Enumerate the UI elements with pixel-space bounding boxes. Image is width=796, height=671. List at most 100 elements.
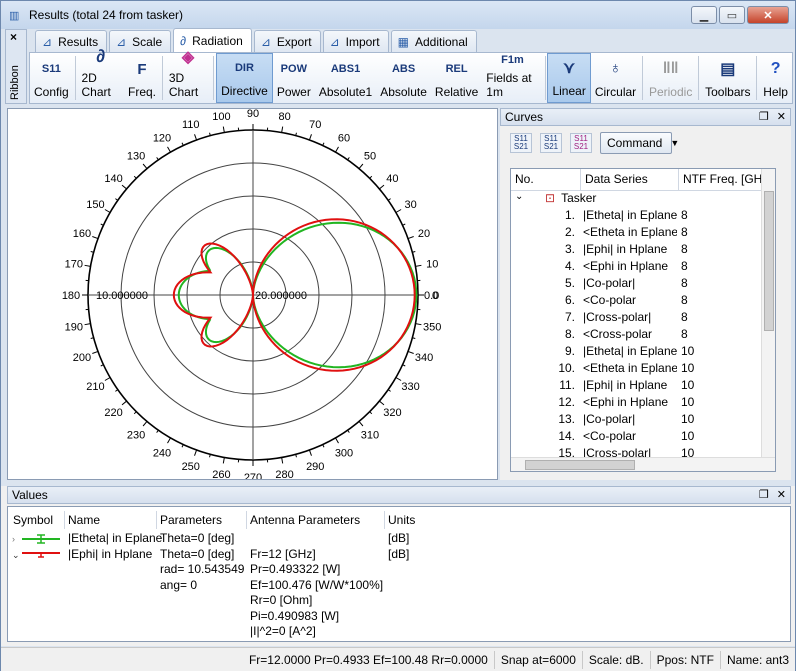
s11-s21-color-icon[interactable]: S11 S21 bbox=[570, 133, 592, 153]
tab-import[interactable]: ⊿ Import bbox=[322, 30, 389, 52]
curve-row[interactable]: 10. <Etheta in Eplane 10 bbox=[511, 361, 775, 378]
tab-additional[interactable]: ▦ Additional bbox=[390, 30, 477, 52]
curve-row[interactable]: 3. |Ephi| in Hplane 8 bbox=[511, 242, 775, 259]
curves-horizontal-scrollbar[interactable] bbox=[511, 457, 775, 471]
polar-tick bbox=[84, 323, 91, 326]
toolbars-button[interactable]: ▤ Toolbars bbox=[701, 53, 754, 103]
col-units: Units bbox=[388, 513, 416, 527]
circular-button[interactable]: ♁ Circular bbox=[591, 53, 640, 103]
periodic-button[interactable]: ‖‖ Periodic bbox=[645, 53, 696, 103]
angle-label: 220 bbox=[104, 407, 122, 419]
s11-s21-alt-icon[interactable]: S11 S21 bbox=[540, 133, 562, 153]
linear-button[interactable]: ⋎ Linear bbox=[547, 53, 591, 103]
absolute-button[interactable]: ABS Absolute bbox=[376, 53, 431, 103]
curve-series: |Etheta| in Eplane bbox=[583, 344, 677, 358]
circular-icon: ♁ bbox=[609, 60, 622, 77]
polar-tick bbox=[194, 134, 198, 141]
angle-label: 80 bbox=[278, 111, 290, 123]
title-bar: ▥ Results (total 24 from tasker) ▁ ▭ ✕ bbox=[1, 1, 795, 29]
panel-close-icon[interactable]: ✕ bbox=[777, 488, 786, 501]
panel-close-icon[interactable]: ✕ bbox=[777, 110, 786, 123]
polar-tick bbox=[402, 223, 406, 226]
freq-button[interactable]: F Freq. bbox=[124, 53, 160, 103]
results-window: ▥ Results (total 24 from tasker) ▁ ▭ ✕ ×… bbox=[0, 0, 796, 671]
polar-tick bbox=[379, 184, 385, 190]
center-scale-label: 20.000000 bbox=[255, 290, 307, 302]
polar-tick bbox=[84, 264, 91, 267]
col-parameters: Parameters bbox=[160, 513, 223, 527]
relative-button[interactable]: REL Relative bbox=[431, 53, 482, 103]
minimize-button[interactable]: ▁ bbox=[691, 6, 717, 24]
parameters-column-values: Theta=0 [deg] Theta=0 [deg] rad= 10.5435… bbox=[160, 531, 245, 592]
polar-tick bbox=[358, 421, 364, 427]
chevron-down-icon[interactable]: ⌄ bbox=[511, 191, 545, 208]
polar-tick bbox=[395, 377, 402, 381]
polar-tick bbox=[347, 429, 350, 433]
polar-tick bbox=[167, 437, 171, 444]
curves-table[interactable]: No. Data Series NTF Freq. [GHz] ⌄ ⊡ Task… bbox=[510, 168, 776, 472]
polar-tick bbox=[100, 364, 104, 367]
ribbon-close-icon[interactable]: × bbox=[10, 30, 17, 44]
polar-tick bbox=[395, 209, 402, 213]
curve-freq: 8 bbox=[681, 276, 688, 290]
directive-button[interactable]: DIR Directive bbox=[216, 53, 273, 103]
curve-row[interactable]: 8. <Cross-polar 8 bbox=[511, 327, 775, 344]
curve-number: 10. bbox=[558, 361, 575, 375]
2d-chart-button[interactable]: ∂ 2D Chart bbox=[77, 46, 124, 103]
close-button[interactable]: ✕ bbox=[747, 6, 789, 24]
col-no[interactable]: No. bbox=[511, 169, 581, 190]
maximize-button[interactable]: ▭ bbox=[719, 6, 745, 24]
angle-label: 40 bbox=[386, 173, 398, 185]
help-button[interactable]: ? Help bbox=[759, 53, 792, 103]
tab-export[interactable]: ⊿ Export bbox=[253, 30, 321, 52]
polar-chart-panel[interactable]: 0 10 20 30 40 50 60 70 80 90 100 110 120 130 140 150 160… bbox=[7, 108, 498, 484]
values-title: Values bbox=[12, 488, 48, 502]
col-ntf-freq[interactable]: NTF Freq. [GHz] bbox=[679, 169, 763, 190]
angle-label: 210 bbox=[86, 381, 104, 393]
polar-chart[interactable]: 0102030405060708090100110120130140150160… bbox=[8, 108, 497, 484]
curve-row[interactable]: 7. |Cross-polar| 8 bbox=[511, 310, 775, 327]
curve-row[interactable]: 5. |Co-polar| 8 bbox=[511, 276, 775, 293]
ribbon-side-panel: × Ribbon bbox=[5, 29, 27, 104]
polar-tick bbox=[322, 142, 325, 146]
angle-label: 60 bbox=[338, 132, 350, 144]
s11-s21-icon[interactable]: S11 S21 bbox=[510, 133, 532, 153]
curve-row[interactable]: 13. |Co-polar| 10 bbox=[511, 412, 775, 429]
curve-row[interactable]: 12. <Ephi in Hplane 10 bbox=[511, 395, 775, 412]
col-name: Name bbox=[68, 513, 101, 527]
command-dropdown[interactable]: Command ▼ bbox=[600, 132, 679, 154]
3d-chart-icon: ◈ bbox=[181, 49, 195, 66]
tasker-folder-row[interactable]: ⌄ ⊡ Tasker bbox=[511, 191, 775, 208]
float-icon[interactable]: ❐ bbox=[759, 488, 769, 501]
polar-tick bbox=[335, 437, 339, 444]
fields-icon: F1m bbox=[501, 54, 524, 66]
curve-row[interactable]: 6. <Co-polar 8 bbox=[511, 293, 775, 310]
fields-at-1m-button[interactable]: F1m Fields at 1m bbox=[482, 53, 542, 103]
curves-vertical-scrollbar[interactable] bbox=[761, 169, 775, 457]
angle-label: 150 bbox=[86, 199, 104, 211]
curve-row[interactable]: 4. <Ephi in Hplane 8 bbox=[511, 259, 775, 276]
curve-row[interactable]: 14. <Co-polar 10 bbox=[511, 429, 775, 446]
curve-number: 2. bbox=[564, 225, 575, 239]
antenna-parameters-values: Fr=12 [GHz] Pr=0.493322 [W] Ef=100.476 [… bbox=[250, 546, 384, 639]
polar-tick bbox=[402, 364, 406, 367]
col-data-series[interactable]: Data Series bbox=[581, 169, 679, 190]
curve-row[interactable]: 11. |Ephi| in Hplane 10 bbox=[511, 378, 775, 395]
curve-freq: 10 bbox=[681, 395, 695, 409]
window-title: Results (total 24 from tasker) bbox=[29, 8, 184, 22]
curve-freq: 10 bbox=[681, 429, 695, 443]
curve-row[interactable]: 9. |Etheta| in Eplane 10 bbox=[511, 344, 775, 361]
power-button[interactable]: POW Power bbox=[273, 53, 315, 103]
angle-label: 270 bbox=[244, 472, 262, 479]
3d-chart-button[interactable]: ◈ 3D Chart bbox=[165, 49, 212, 103]
angle-label: 200 bbox=[73, 352, 91, 364]
config-button[interactable]: S11 Config bbox=[30, 53, 73, 103]
angle-label: 70 bbox=[309, 119, 321, 131]
relative-icon: REL bbox=[445, 63, 468, 75]
absolute1-button[interactable]: ABS1 Absolute1 bbox=[315, 53, 376, 103]
float-icon[interactable]: ❐ bbox=[759, 110, 769, 123]
tab-scale[interactable]: ⊿ Scale bbox=[109, 30, 172, 52]
polar-tick bbox=[407, 350, 414, 354]
curve-row[interactable]: 2. <Etheta in Eplane 8 bbox=[511, 225, 775, 242]
curve-row[interactable]: 1. |Etheta| in Eplane 8 bbox=[511, 208, 775, 225]
